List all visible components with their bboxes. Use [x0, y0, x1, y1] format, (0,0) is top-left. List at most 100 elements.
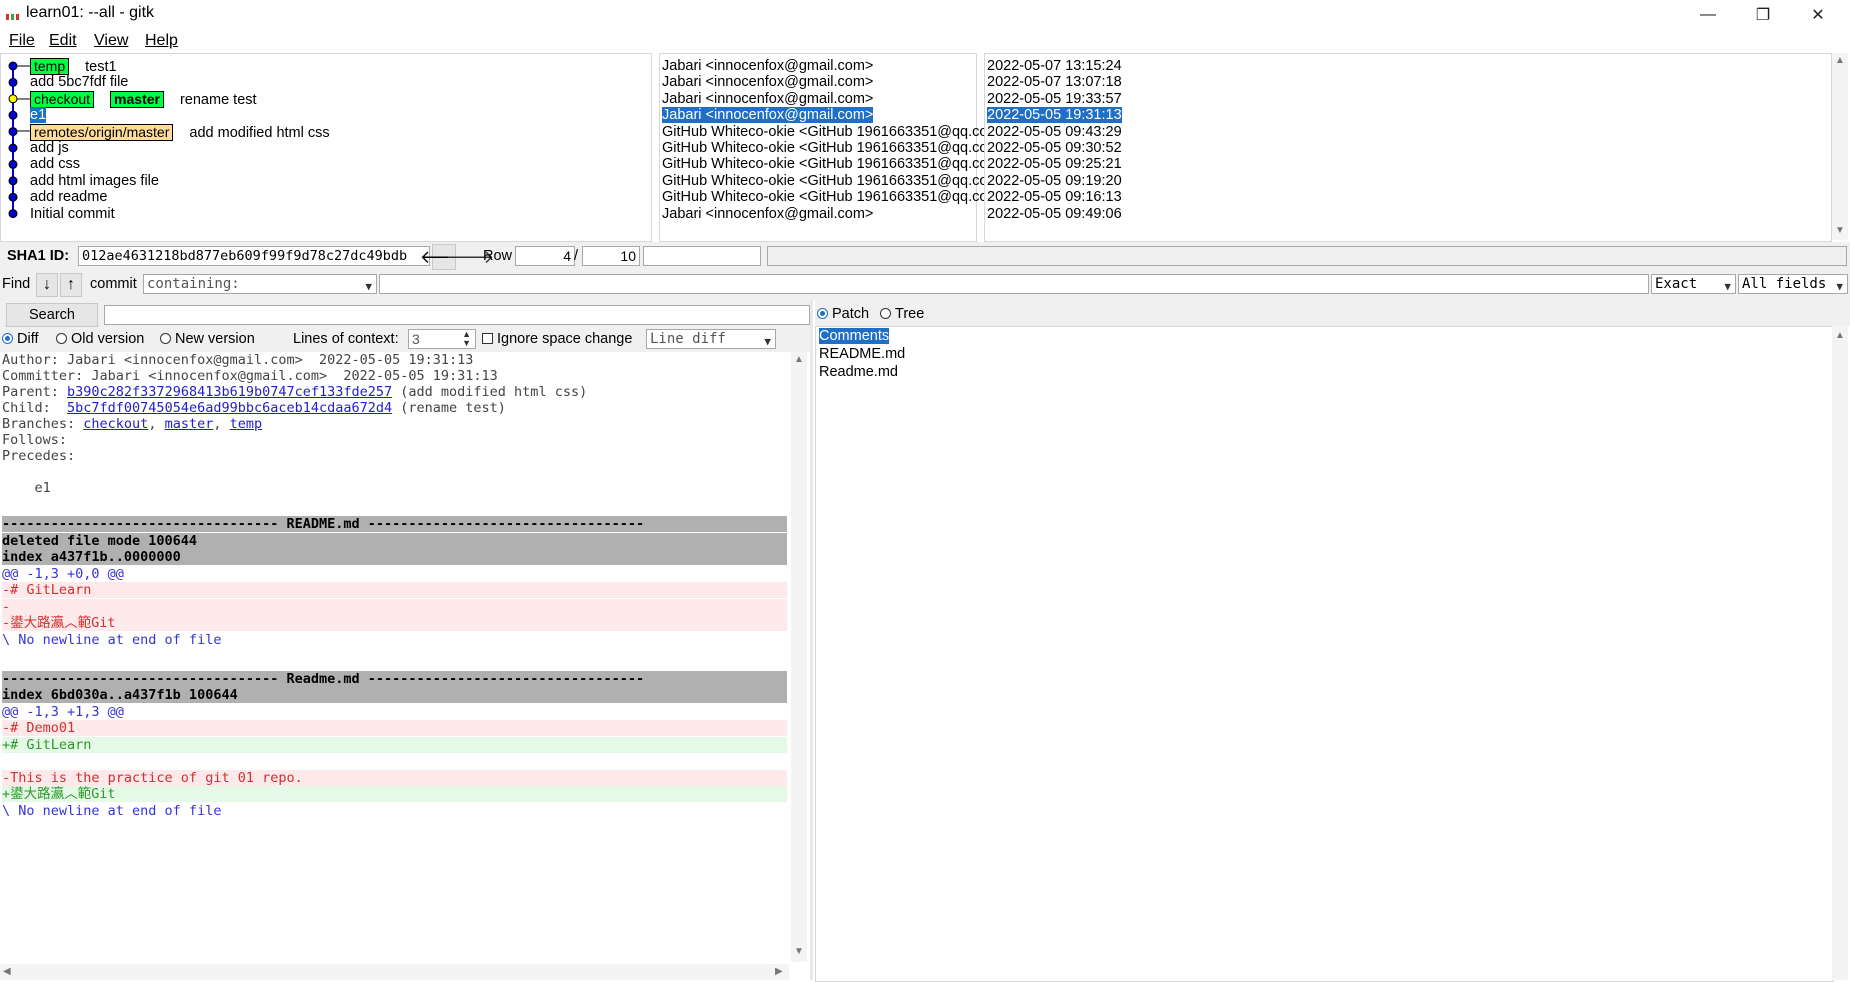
author-row[interactable]: Jabari <innocenfox@gmail.com>	[662, 107, 874, 124]
diff-view[interactable]: Author: Jabari <innocenfox@gmail.com> 20…	[0, 352, 789, 962]
author-row[interactable]: GitHub Whiteco-okie <GitHub 1961663351@q…	[662, 140, 987, 156]
commit-node[interactable]	[8, 176, 18, 186]
author-pane[interactable]: Jabari <innocenfox@gmail.com> Jabari <inn…	[659, 53, 987, 242]
author-row[interactable]: GitHub Whiteco-okie <GitHub 1961663351@q…	[662, 124, 987, 140]
commit-node[interactable]	[8, 77, 18, 87]
author-row[interactable]: GitHub Whiteco-okie <GitHub 1961663351@q…	[662, 173, 987, 189]
find-next-down-icon[interactable]: ↓	[36, 273, 58, 297]
spin-arrows-icon[interactable]: ▲ ▼	[462, 330, 471, 348]
commit-row[interactable]: remotes/origin/master add modified html c…	[30, 123, 330, 141]
author-row[interactable]: Jabari <innocenfox@gmail.com>	[662, 58, 873, 74]
branch-link-temp[interactable]: temp	[230, 416, 263, 432]
commit-node[interactable]	[8, 209, 18, 219]
ref-tag[interactable]: remotes/origin/master	[30, 123, 174, 141]
search-button[interactable]: Search	[6, 303, 98, 327]
commit-row[interactable]: add html images file	[30, 173, 159, 189]
context-spinbox[interactable]: 3 ▲ ▼	[408, 329, 476, 349]
branch-link-checkout[interactable]: checkout	[83, 416, 148, 432]
scroll-down-icon[interactable]: ▼	[1835, 225, 1845, 236]
ref-tag[interactable]: master	[110, 90, 164, 108]
scroll-right-icon[interactable]: ▶	[775, 966, 783, 977]
commit-graph-pane[interactable]: temp test1 add 5bc7fdf file checkout master r…	[0, 53, 652, 242]
parent-sha-link[interactable]: b390c282f3372968413b619b0747cef133fde257	[67, 384, 392, 400]
pane-splitter[interactable]	[810, 300, 813, 980]
scroll-up-icon[interactable]: ▲	[794, 354, 804, 365]
author-row[interactable]: Jabari <innocenfox@gmail.com>	[662, 206, 873, 222]
commit-node[interactable]	[8, 159, 18, 169]
author-row[interactable]: Jabari <innocenfox@gmail.com>	[662, 91, 873, 107]
date-text: 2022-05-05 09:30:52	[987, 140, 1122, 156]
ignore-space-checkbox[interactable]: Ignore space change	[482, 331, 632, 347]
scroll-up-icon[interactable]: ▲	[1835, 55, 1845, 66]
file-list-item[interactable]: Comments	[819, 327, 890, 345]
minimize-button[interactable]: —	[1680, 0, 1736, 30]
author-row[interactable]: GitHub Whiteco-okie <GitHub 1961663351@q…	[662, 189, 987, 205]
search-input[interactable]	[104, 305, 810, 325]
date-row[interactable]: 2022-05-05 19:31:13	[987, 107, 1122, 124]
date-row[interactable]: 2022-05-07 13:07:18	[987, 74, 1122, 90]
file-list-scrollbar[interactable]: ▲	[1832, 326, 1848, 980]
diff-horizontal-scrollbar[interactable]: ◀ ▶	[0, 964, 789, 980]
ref-tag[interactable]: temp	[30, 58, 70, 75]
child-sha-link[interactable]: 5bc7fdf00745054e6ad99bbc6aceb14cdaa672d4	[67, 400, 392, 416]
find-mode-select[interactable]: containing: ▼	[143, 274, 377, 294]
date-row[interactable]: 2022-05-05 09:49:06	[987, 206, 1122, 222]
commit-row[interactable]: add 5bc7fdf file	[30, 74, 128, 90]
author-row[interactable]: GitHub Whiteco-okie <GitHub 1961663351@q…	[662, 156, 987, 172]
date-row[interactable]: 2022-05-07 13:15:24	[987, 58, 1122, 74]
date-row[interactable]: 2022-05-05 19:33:57	[987, 91, 1122, 107]
restore-button[interactable]: ❐	[1735, 0, 1791, 30]
find-input[interactable]	[379, 274, 1649, 294]
forward-arrow-icon[interactable]: 🡒	[446, 245, 494, 269]
menu-edit[interactable]: Edit	[49, 30, 77, 52]
sha-id-field[interactable]: 012ae4631218bd877eb609f99f9d78c27dc49bdb	[78, 246, 430, 266]
diff-vertical-scrollbar[interactable]: ▲ ▼	[791, 352, 807, 962]
diff-radio[interactable]: Diff	[2, 331, 39, 347]
find-prev-up-icon[interactable]: ↑	[60, 273, 82, 297]
date-row[interactable]: 2022-05-05 09:30:52	[987, 140, 1122, 156]
commit-node[interactable]	[8, 143, 18, 153]
commit-node[interactable]	[8, 94, 18, 104]
commit-node[interactable]	[8, 192, 18, 202]
ref-tag[interactable]: checkout	[30, 90, 95, 108]
diff-mode-select[interactable]: Line diff ▼	[646, 329, 776, 349]
commit-row[interactable]: add readme	[30, 189, 107, 205]
commit-node[interactable]	[8, 61, 18, 71]
branch-link-master[interactable]: master	[165, 416, 214, 432]
old-version-radio[interactable]: Old version	[56, 331, 144, 347]
menu-help[interactable]: Help	[145, 30, 178, 52]
match-mode-select[interactable]: Exact ▼	[1651, 274, 1736, 294]
date-row[interactable]: 2022-05-05 09:16:13	[987, 189, 1122, 205]
scroll-up-icon[interactable]: ▲	[1835, 330, 1845, 341]
new-version-radio[interactable]: New version	[160, 331, 255, 347]
menu-view[interactable]: View	[94, 30, 128, 52]
close-button[interactable]: ✕	[1790, 0, 1846, 30]
menu-file[interactable]: File	[9, 30, 35, 52]
commit-node[interactable]	[8, 110, 18, 120]
patch-radio[interactable]: Patch	[817, 306, 869, 322]
date-row[interactable]: 2022-05-05 09:43:29	[987, 124, 1122, 140]
diff-line: \ No newline at end of file	[2, 631, 222, 648]
commit-row[interactable]: add js	[30, 140, 69, 156]
diff-line: -鍙大路瀛︿範Git	[2, 615, 787, 631]
commit-row[interactable]: checkout master rename test	[30, 90, 257, 108]
find-type[interactable]: commit	[90, 276, 137, 292]
scroll-down-icon[interactable]: ▼	[794, 946, 804, 957]
date-row[interactable]: 2022-05-05 09:19:20	[987, 173, 1122, 189]
file-list-item[interactable]: Readme.md	[819, 363, 898, 381]
file-list-pane[interactable]: Comments README.md Readme.md	[815, 326, 1834, 982]
file-list-item[interactable]: README.md	[819, 345, 905, 363]
commit-row[interactable]: temp test1	[30, 58, 117, 75]
scroll-left-icon[interactable]: ◀	[3, 966, 11, 977]
fields-select[interactable]: All fields ▼	[1738, 274, 1848, 294]
commit-row[interactable]: add css	[30, 156, 80, 172]
commit-node[interactable]	[8, 127, 18, 137]
author-row[interactable]: Jabari <innocenfox@gmail.com>	[662, 74, 873, 90]
commit-list-scrollbar[interactable]: ▲ ▼	[1832, 53, 1848, 240]
diff-line: +鍙大路瀛︿範Git	[2, 786, 787, 802]
date-pane[interactable]: 2022-05-07 13:15:24 2022-05-07 13:07:18 20…	[984, 53, 1832, 242]
commit-row[interactable]: e1	[30, 107, 47, 124]
date-row[interactable]: 2022-05-05 09:25:21	[987, 156, 1122, 172]
tree-radio[interactable]: Tree	[880, 306, 924, 322]
commit-row[interactable]: Initial commit	[30, 206, 115, 222]
